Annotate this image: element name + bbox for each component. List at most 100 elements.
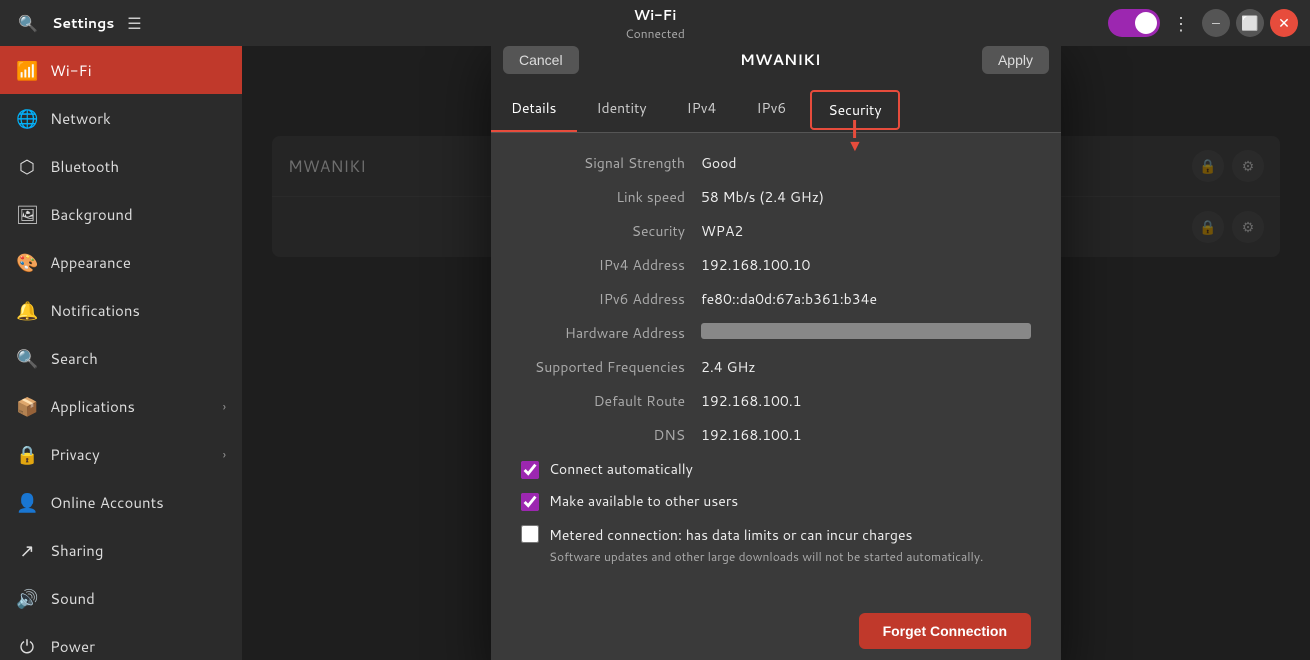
sidebar-item-appearance[interactable]: 🎨 Appearance	[0, 238, 242, 286]
appearance-icon: 🎨	[16, 249, 38, 275]
ipv4-address-value: 192.168.100.10	[701, 255, 1031, 275]
sidebar-item-wifi[interactable]: 📶 Wi-Fi	[0, 46, 242, 94]
sidebar-item-sound[interactable]: 🔊Sound	[0, 574, 242, 622]
dns-row: DNS 192.168.100.1	[521, 425, 1031, 445]
tab-ipv6[interactable]: IPv6	[736, 86, 806, 132]
sidebar-item-network[interactable]: 🌐 Network	[0, 94, 242, 142]
metered-label[interactable]: Metered connection: has data limits or c…	[549, 525, 912, 545]
wifi-name: Wi-Fi	[625, 5, 685, 25]
main-layout: 📶 Wi-Fi 🌐 Network ⬡ Bluetooth 🖼 Background 🎨 Appe…	[0, 46, 1310, 660]
signal-strength-value: Good	[701, 153, 1031, 173]
sidebar-item-power[interactable]: ⏻Power	[0, 622, 242, 660]
modal-title: MWANIKI	[579, 49, 982, 70]
bluetooth-icon: ⬡	[16, 153, 38, 179]
chevron-icon-applications: ›	[223, 398, 226, 415]
notifications-icon: 🔔	[16, 297, 38, 323]
ipv6-address-value: fe80::da0d:67a:b361:b34e	[701, 289, 1031, 309]
online-accounts-icon: 👤	[16, 489, 38, 515]
wifi-label: Wi-Fi Connected	[625, 5, 685, 42]
metered-checkbox[interactable]	[521, 525, 539, 543]
search-icon: 🔍	[16, 345, 38, 371]
modal-body: Signal Strength Good Link speed 58 Mb/s …	[491, 133, 1061, 597]
window-controls: ⋮ – ⬜ ✕	[1108, 6, 1298, 40]
network-settings-modal: Cancel MWANIKI Apply Details Identity IP…	[491, 46, 1061, 660]
sidebar-item-notifications[interactable]: 🔔 Notifications	[0, 286, 242, 334]
security-row: Security WPA2	[521, 221, 1031, 241]
sidebar-label-online-accounts: Online Accounts	[50, 492, 164, 513]
metered-sublabel: Software updates and other large downloa…	[549, 548, 983, 565]
modal-header: Cancel MWANIKI Apply	[491, 46, 1061, 86]
tab-security-container: Security ▼	[806, 86, 903, 132]
sidebar-item-sharing[interactable]: ↗Sharing	[0, 526, 242, 574]
sound-icon: 🔊	[16, 585, 38, 611]
tab-ipv4[interactable]: IPv4	[667, 86, 737, 132]
content-area: MWANIKI 🔒 ⚙ 🔒 ⚙	[242, 46, 1310, 660]
make-available-label[interactable]: Make available to other users	[549, 491, 738, 511]
sidebar-label-privacy: Privacy	[50, 444, 100, 465]
make-available-checkbox[interactable]	[521, 493, 539, 511]
supported-freq-value: 2.4 GHz	[701, 357, 1031, 377]
close-button[interactable]: ✕	[1270, 9, 1298, 37]
hardware-address-row: Hardware Address	[521, 323, 1031, 343]
sidebar-label-network: Network	[50, 108, 111, 129]
minimize-button[interactable]: –	[1202, 9, 1230, 37]
sidebar-item-privacy[interactable]: 🔒 Privacy ›	[0, 430, 242, 478]
cancel-button[interactable]: Cancel	[503, 46, 579, 74]
sidebar-label-sharing: Sharing	[50, 540, 103, 561]
sidebar-item-background[interactable]: 🖼 Background	[0, 190, 242, 238]
supported-freq-label: Supported Frequencies	[521, 357, 701, 377]
privacy-icon: 🔒	[16, 441, 38, 467]
ipv4-address-label: IPv4 Address	[521, 255, 701, 275]
sidebar-item-search[interactable]: 🔍Search	[0, 334, 242, 382]
modal-overlay: Cancel MWANIKI Apply Details Identity IP…	[242, 46, 1310, 660]
applications-icon: 📦	[16, 393, 38, 419]
hardware-address-label: Hardware Address	[521, 323, 701, 343]
menu-icon[interactable]: ☰	[118, 7, 150, 39]
default-route-value: 192.168.100.1	[701, 391, 1031, 411]
security-value: WPA2	[701, 221, 1031, 241]
connect-auto-checkbox[interactable]	[521, 461, 539, 479]
wifi-status: Connected	[625, 25, 685, 42]
ipv6-address-row: IPv6 Address fe80::da0d:67a:b361:b34e	[521, 289, 1031, 309]
app-title: Settings	[52, 13, 114, 33]
hardware-address-value	[701, 323, 1031, 339]
search-icon[interactable]: 🔍	[12, 7, 44, 39]
tab-details[interactable]: Details	[491, 86, 577, 132]
signal-strength-label: Signal Strength	[521, 153, 701, 173]
forget-connection-button[interactable]: Forget Connection	[859, 613, 1031, 649]
default-route-label: Default Route	[521, 391, 701, 411]
metered-label-group: Metered connection: has data limits or c…	[549, 523, 983, 565]
background-icon: 🖼	[16, 201, 38, 227]
wifi-icon: 📶	[16, 57, 38, 83]
sidebar-label-background: Background	[50, 204, 133, 225]
security-label: Security	[521, 221, 701, 241]
sidebar-label-notifications: Notifications	[50, 300, 140, 321]
supported-freq-row: Supported Frequencies 2.4 GHz	[521, 357, 1031, 377]
dns-value: 192.168.100.1	[701, 425, 1031, 445]
apply-button[interactable]: Apply	[982, 46, 1049, 74]
default-route-row: Default Route 192.168.100.1	[521, 391, 1031, 411]
more-options-icon[interactable]: ⋮	[1166, 6, 1196, 40]
sidebar-label-appearance: Appearance	[50, 252, 131, 273]
sidebar-item-bluetooth[interactable]: ⬡ Bluetooth	[0, 142, 242, 190]
signal-strength-row: Signal Strength Good	[521, 153, 1031, 173]
link-speed-row: Link speed 58 Mb/s (2.4 GHz)	[521, 187, 1031, 207]
maximize-button[interactable]: ⬜	[1236, 9, 1264, 37]
sidebar-label-wifi: Wi-Fi	[50, 60, 92, 81]
chevron-icon-privacy: ›	[223, 446, 226, 463]
sidebar-label-applications: Applications	[50, 396, 135, 417]
connect-auto-label[interactable]: Connect automatically	[549, 459, 693, 479]
connect-auto-row: Connect automatically	[521, 459, 1031, 479]
sidebar-label-bluetooth: Bluetooth	[50, 156, 119, 177]
sidebar: 📶 Wi-Fi 🌐 Network ⬡ Bluetooth 🖼 Background 🎨 Appe…	[0, 46, 242, 660]
network-icon: 🌐	[16, 105, 38, 131]
make-available-row: Make available to other users	[521, 491, 1031, 511]
sidebar-item-online-accounts[interactable]: 👤 Online Accounts	[0, 478, 242, 526]
link-speed-label: Link speed	[521, 187, 701, 207]
metered-row: Metered connection: has data limits or c…	[521, 523, 1031, 565]
toggle-switch[interactable]	[1108, 9, 1160, 37]
link-speed-value: 58 Mb/s (2.4 GHz)	[701, 187, 1031, 207]
arrow-indicator: ▼	[847, 120, 863, 154]
tab-identity[interactable]: Identity	[577, 86, 667, 132]
sidebar-item-applications[interactable]: 📦 Applications ›	[0, 382, 242, 430]
